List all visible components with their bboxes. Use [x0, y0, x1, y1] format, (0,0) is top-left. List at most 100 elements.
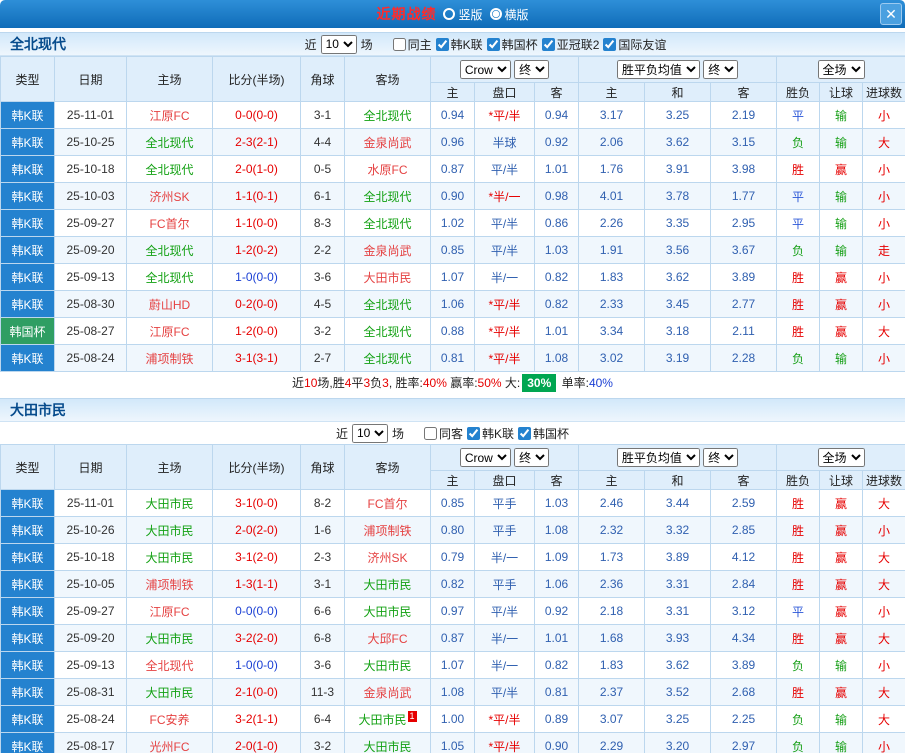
league-cell: 韩K联: [0, 209, 55, 237]
odds-state-select[interactable]: 终: [514, 60, 550, 79]
league-filter-checkbox[interactable]: [486, 37, 500, 51]
avg-home: 1.83: [578, 263, 646, 291]
league-filter-checkbox[interactable]: [467, 426, 480, 440]
league-filter-0[interactable]: 同主: [392, 36, 432, 53]
league-filter-checkbox[interactable]: [423, 426, 437, 440]
home-team: 大田市民: [126, 678, 213, 706]
match-date: 25-10-05: [54, 570, 127, 598]
league-filter-1[interactable]: 韩K联: [467, 425, 514, 442]
handicap: *半/一: [474, 182, 535, 210]
result-goals: 小: [862, 155, 905, 183]
league-filter-1[interactable]: 韩K联: [435, 36, 483, 53]
team-name-daejeon: 大田市民: [10, 402, 66, 418]
league-filter-label: 韩K联: [482, 426, 515, 441]
subcol-goals: 进球数: [862, 470, 905, 490]
odds-home: 0.97: [430, 597, 475, 625]
subcol-avg-home: 主: [578, 82, 646, 102]
subcol-handicap: 盘口: [474, 82, 535, 102]
close-button[interactable]: ✕: [880, 3, 902, 25]
odds-home: 0.82: [430, 570, 475, 598]
away-team: 大田市民: [344, 263, 431, 291]
result-wdl: 胜: [776, 155, 821, 183]
odds-state-select[interactable]: 终: [514, 448, 550, 467]
league-filter-3[interactable]: 亚冠联2: [541, 36, 599, 53]
odds-home: 1.05: [430, 732, 475, 753]
handicap: 半/一: [474, 543, 535, 571]
avg-away: 2.19: [710, 101, 778, 129]
avg-away: 2.68: [710, 678, 778, 706]
result-goals: 大: [862, 543, 905, 571]
home-team: 江原FC: [126, 317, 213, 345]
league-filter-checkbox[interactable]: [392, 37, 406, 51]
subcol-odds-home: 主: [430, 470, 475, 490]
avg-state-select[interactable]: 终: [703, 60, 739, 79]
layout-vertical-option[interactable]: 竖版: [443, 6, 483, 23]
odds-away: 0.92: [533, 128, 580, 156]
subcol-wdl: 胜负: [776, 82, 821, 102]
match-date: 25-09-13: [54, 651, 127, 679]
avg-type-select[interactable]: 胜平负均值: [616, 448, 700, 467]
league-cell: 韩K联: [0, 570, 55, 598]
result-wdl: 平: [776, 209, 821, 237]
avg-home: 2.37: [578, 678, 646, 706]
col-header-home: 主场: [126, 444, 213, 490]
match-date: 25-11-01: [54, 101, 127, 129]
corner-score: 8-3: [300, 209, 345, 237]
scope-select[interactable]: 全场: [817, 60, 865, 79]
result-handicap: 赢: [819, 543, 864, 571]
result-goals: 大: [862, 705, 905, 733]
match-row: 韩K联 25-08-24 FC安养 3-2(1-1) 6-4 大田市民 1 1.00 *平/半 0…: [0, 705, 905, 733]
horizontal-layout-radio[interactable]: [489, 8, 502, 20]
result-goals: 大: [862, 678, 905, 706]
league-filter-0[interactable]: 同客: [423, 425, 463, 442]
summary-row-jeonbuk: 近10场,胜4平3负3, 胜率:40% 赢率:50% 大: 30% 单率:40%: [0, 372, 905, 394]
league-cell: 韩K联: [0, 732, 55, 753]
match-row: 韩K联 25-09-27 FC首尔 1-1(0-0) 8-3 全北现代 1.02 平/半 0.8…: [0, 209, 905, 237]
league-filter-4[interactable]: 国际友谊: [603, 36, 666, 53]
handicap: 平手: [474, 516, 535, 544]
topbar-center: 近期战绩 竖版 横版: [376, 4, 528, 24]
match-row: 韩K联 25-09-13 全北现代 1-0(0-0) 3-6 大田市民 1.07 半/一 0.8…: [0, 263, 905, 291]
away-team: 全北现代: [344, 344, 431, 372]
scope-select[interactable]: 全场: [817, 448, 865, 467]
handicap: *平/半: [474, 344, 535, 372]
avg-away: 2.77: [710, 290, 778, 318]
avg-state-select[interactable]: 终: [703, 448, 739, 467]
score: 2-3(2-1): [212, 128, 301, 156]
league-filter-checkbox[interactable]: [518, 426, 532, 440]
layout-horizontal-option[interactable]: 横版: [489, 6, 529, 23]
result-handicap: 赢: [819, 597, 864, 625]
odds-away: 1.06: [533, 570, 580, 598]
league-filter-2[interactable]: 韩国杯: [518, 425, 569, 442]
odds-away: 0.89: [533, 705, 580, 733]
match-date: 25-08-17: [54, 732, 127, 753]
odds-company-select[interactable]: Crow: [459, 448, 511, 467]
odds-company-select[interactable]: Crow: [459, 60, 511, 79]
matches-table-jeonbuk: 类型 日期 主场 比分(半场) 角球 客场 Crow 终 胜平负均值 终 全场 …: [0, 56, 905, 372]
league-filter-label: 同客: [438, 426, 463, 441]
subcol-handicap: 盘口: [474, 470, 535, 490]
league-filter-checkbox[interactable]: [435, 37, 449, 51]
odds-away: 0.82: [533, 290, 580, 318]
avg-home: 2.46: [578, 489, 646, 517]
recent-count-select[interactable]: 10: [351, 423, 388, 443]
league-cell: 韩K联: [0, 344, 55, 372]
home-team: 大田市民: [126, 489, 213, 517]
avg-home: 3.17: [578, 101, 646, 129]
score: 1-0(0-0): [212, 263, 301, 291]
recent-count-select[interactable]: 10: [320, 34, 357, 54]
score: 0-0(0-0): [212, 101, 301, 129]
match-date: 25-09-20: [54, 236, 127, 264]
summary-part: 平: [351, 376, 364, 390]
score: 1-1(0-0): [212, 209, 301, 237]
near-label: 近: [335, 426, 348, 441]
avg-type-select[interactable]: 胜平负均值: [616, 60, 700, 79]
avg-away: 4.34: [710, 624, 778, 652]
vertical-layout-radio[interactable]: [443, 8, 456, 20]
league-filter-2[interactable]: 韩国杯: [486, 36, 538, 53]
league-filter-checkbox[interactable]: [541, 37, 555, 51]
scope-header-cell: 全场: [776, 56, 905, 83]
match-date: 25-09-13: [54, 263, 127, 291]
subcol-avg-away: 客: [710, 470, 778, 490]
league-filter-checkbox[interactable]: [603, 37, 617, 51]
